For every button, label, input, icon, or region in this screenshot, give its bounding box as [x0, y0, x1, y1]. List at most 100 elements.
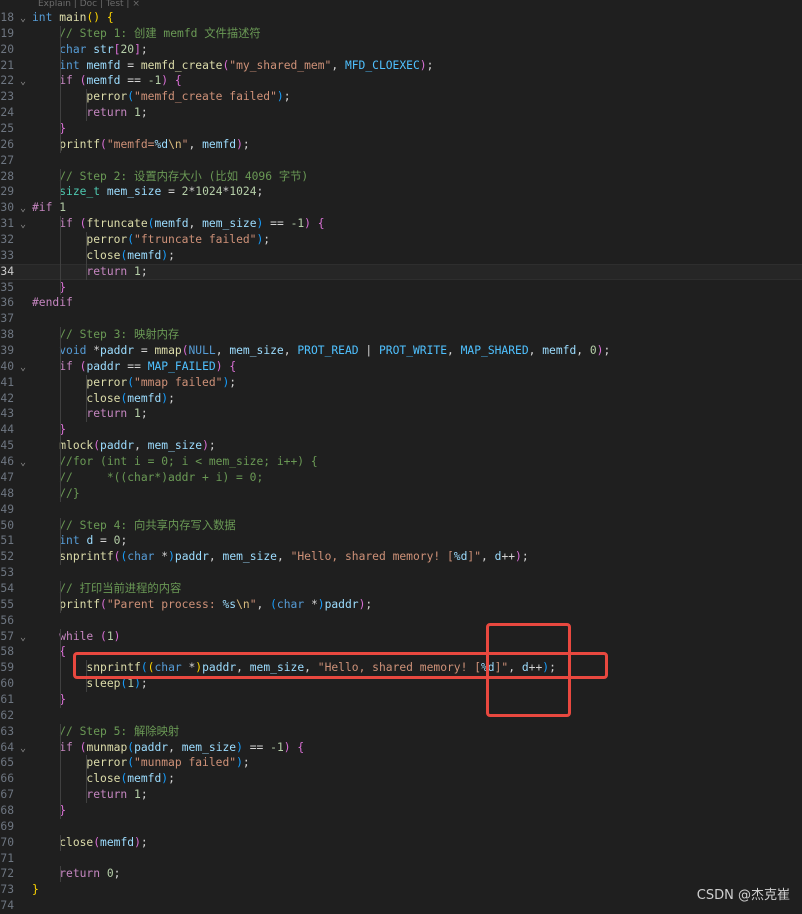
code-line[interactable]: 74 — [0, 898, 802, 914]
code-line[interactable]: 51 int d = 0; — [0, 533, 802, 550]
chevron-down-icon[interactable]: ⌄ — [14, 630, 32, 645]
code-text: } — [32, 883, 39, 896]
code-line[interactable]: 41 perror("mmap failed"); — [0, 374, 802, 391]
line-number: 18 — [0, 11, 14, 24]
code-text: char str[20]; — [32, 43, 147, 56]
code-line[interactable]: 26 printf("memfd=%d\n", memfd); — [0, 136, 802, 153]
code-line[interactable]: 71 — [0, 851, 802, 867]
code-line[interactable]: 44 } — [0, 422, 802, 439]
code-line[interactable]: 27 — [0, 153, 802, 169]
code-line[interactable]: 65 perror("munmap failed"); — [0, 755, 802, 772]
code-line[interactable]: 45 mlock(paddr, mem_size); — [0, 438, 802, 455]
code-line[interactable]: 50 // Step 4: 向共享内存写入数据 — [0, 517, 802, 534]
code-line[interactable]: 24 return 1; — [0, 105, 802, 122]
code-token: memfd — [86, 58, 121, 72]
chevron-down-icon[interactable]: ⌄ — [14, 11, 32, 26]
code-line[interactable]: 72 return 0; — [0, 866, 802, 883]
code-line[interactable]: 64 ⌄ if (munmap(paddr, mem_size) == -1) { — [0, 739, 802, 756]
code-token: ) — [304, 217, 311, 231]
code-token: memfd — [127, 391, 162, 405]
code-line[interactable]: 29 size_t mem_size = 2*1024*1024; — [0, 184, 802, 201]
code-token: ; — [113, 867, 121, 881]
chevron-down-icon[interactable]: ⌄ — [14, 360, 32, 375]
code-line[interactable]: 32 perror("ftruncate failed"); — [0, 232, 802, 248]
code-line[interactable]: 21 int memfd = memfd_create("my_shared_m… — [0, 57, 802, 74]
code-token: memfd — [127, 772, 162, 786]
code-line[interactable]: 38 // Step 3: 映射内存 — [0, 327, 802, 344]
chevron-down-icon[interactable]: ⌄ — [14, 455, 32, 470]
code-token: ]" — [467, 550, 482, 564]
code-line[interactable]: 63 // Step 5: 解除映射 — [0, 723, 802, 740]
code-line[interactable]: 34 return 1; — [0, 263, 802, 280]
code-line[interactable]: 40 ⌄ if (paddr == MAP_FAILED) { — [0, 358, 802, 375]
code-token: , — [215, 344, 230, 358]
code-token: // *((char*)addr + i) = 0; — [59, 470, 264, 484]
code-line[interactable]: 18 ⌄ int main() { — [0, 10, 802, 26]
indent-guide — [60, 723, 61, 740]
code-line[interactable]: 46 ⌄ //for (int i = 0; i < mem_size; i++)… — [0, 454, 802, 470]
code-line[interactable]: 57 ⌄ while (1) — [0, 628, 802, 645]
code-line[interactable]: 36 #endif — [0, 295, 802, 311]
indent-guide — [60, 358, 61, 375]
code-line[interactable]: 55 printf("Parent process: %s\n", (char … — [0, 596, 802, 613]
code-token: ; — [140, 835, 148, 849]
code-token: memfd — [86, 74, 121, 88]
code-line[interactable]: 52 snprintf((char *)paddr, mem_size, "He… — [0, 549, 802, 566]
code-line[interactable]: 53 — [0, 565, 802, 581]
indent-guide — [86, 247, 87, 264]
code-line[interactable]: 37 — [0, 311, 802, 327]
line-number: 35 — [0, 280, 14, 294]
indent-guide — [60, 802, 61, 819]
indent-guide — [60, 105, 61, 122]
code-token: ]" — [494, 661, 509, 675]
code-line[interactable]: 59 snprintf((char *)paddr, mem_size, "He… — [0, 660, 802, 677]
code-line[interactable]: 19 // Step 1: 创建 memfd 文件描述符 — [0, 25, 802, 42]
chevron-down-icon[interactable]: ⌄ — [14, 741, 32, 756]
indent-guide — [86, 406, 87, 423]
code-token: paddr — [174, 550, 209, 564]
code-line[interactable]: 61 } — [0, 691, 802, 708]
code-line[interactable]: 35 } — [0, 279, 802, 296]
code-line[interactable]: 30 ⌄ #if 1 — [0, 200, 802, 216]
code-token: "Parent process: — [106, 597, 223, 611]
indent-guide — [60, 136, 61, 153]
code-line[interactable]: 43 return 1; — [0, 406, 802, 423]
code-line[interactable]: 67 return 1; — [0, 787, 802, 803]
code-line[interactable]: 42 close(memfd); — [0, 390, 802, 407]
code-line[interactable]: 20 char str[20]; — [0, 41, 802, 58]
code-token: d — [521, 661, 529, 675]
code-line[interactable]: 73} — [0, 882, 802, 898]
code-line[interactable]: 33 close(memfd); — [0, 247, 802, 264]
code-line[interactable]: 62 — [0, 708, 802, 724]
code-line[interactable]: 60 sleep(1); — [0, 676, 802, 692]
code-token: , — [188, 217, 203, 231]
code-line[interactable]: 48 //} — [0, 485, 802, 502]
codelens-hint[interactable]: Explain | Doc | Test | × — [0, 0, 802, 10]
code-editor[interactable]: 18 ⌄ int main() {19 // Step 1: 创建 memfd 文件… — [0, 10, 802, 914]
code-line[interactable]: 28 // Step 2: 设置内存大小 (比如 4096 字节) — [0, 168, 802, 185]
code-line[interactable]: 22 ⌄ if (memfd == -1) { — [0, 73, 802, 90]
code-token: return — [86, 407, 128, 421]
code-line[interactable]: 23 perror("memfd_create failed"); — [0, 89, 802, 106]
code-line[interactable]: 31 ⌄ if (ftruncate(memfd, mem_size) == -1… — [0, 216, 802, 233]
code-line[interactable]: 56 — [0, 613, 802, 629]
code-line[interactable]: 54 // 打印当前进程的内容 — [0, 580, 802, 597]
code-text: int d = 0; — [32, 534, 127, 547]
indent-guide — [86, 232, 87, 248]
chevron-down-icon[interactable]: ⌄ — [14, 74, 32, 89]
chevron-down-icon[interactable]: ⌄ — [14, 217, 32, 232]
code-token: if — [59, 74, 73, 88]
code-line[interactable]: 49 — [0, 502, 802, 518]
code-line[interactable]: 69 — [0, 819, 802, 835]
chevron-down-icon[interactable]: ⌄ — [14, 201, 32, 216]
indent-guide — [60, 374, 61, 391]
code-token: ; — [208, 439, 216, 453]
code-line[interactable]: 58 { — [0, 644, 802, 661]
code-line[interactable]: 25 } — [0, 121, 802, 137]
code-line[interactable]: 39 void *paddr = mmap(NULL, mem_size, PR… — [0, 343, 802, 359]
code-token: , — [304, 661, 318, 675]
code-line[interactable]: 70 close(memfd); — [0, 834, 802, 851]
code-line[interactable]: 68 } — [0, 802, 802, 819]
code-line[interactable]: 66 close(memfd); — [0, 771, 802, 788]
code-line[interactable]: 47 // *((char*)addr + i) = 0; — [0, 469, 802, 486]
